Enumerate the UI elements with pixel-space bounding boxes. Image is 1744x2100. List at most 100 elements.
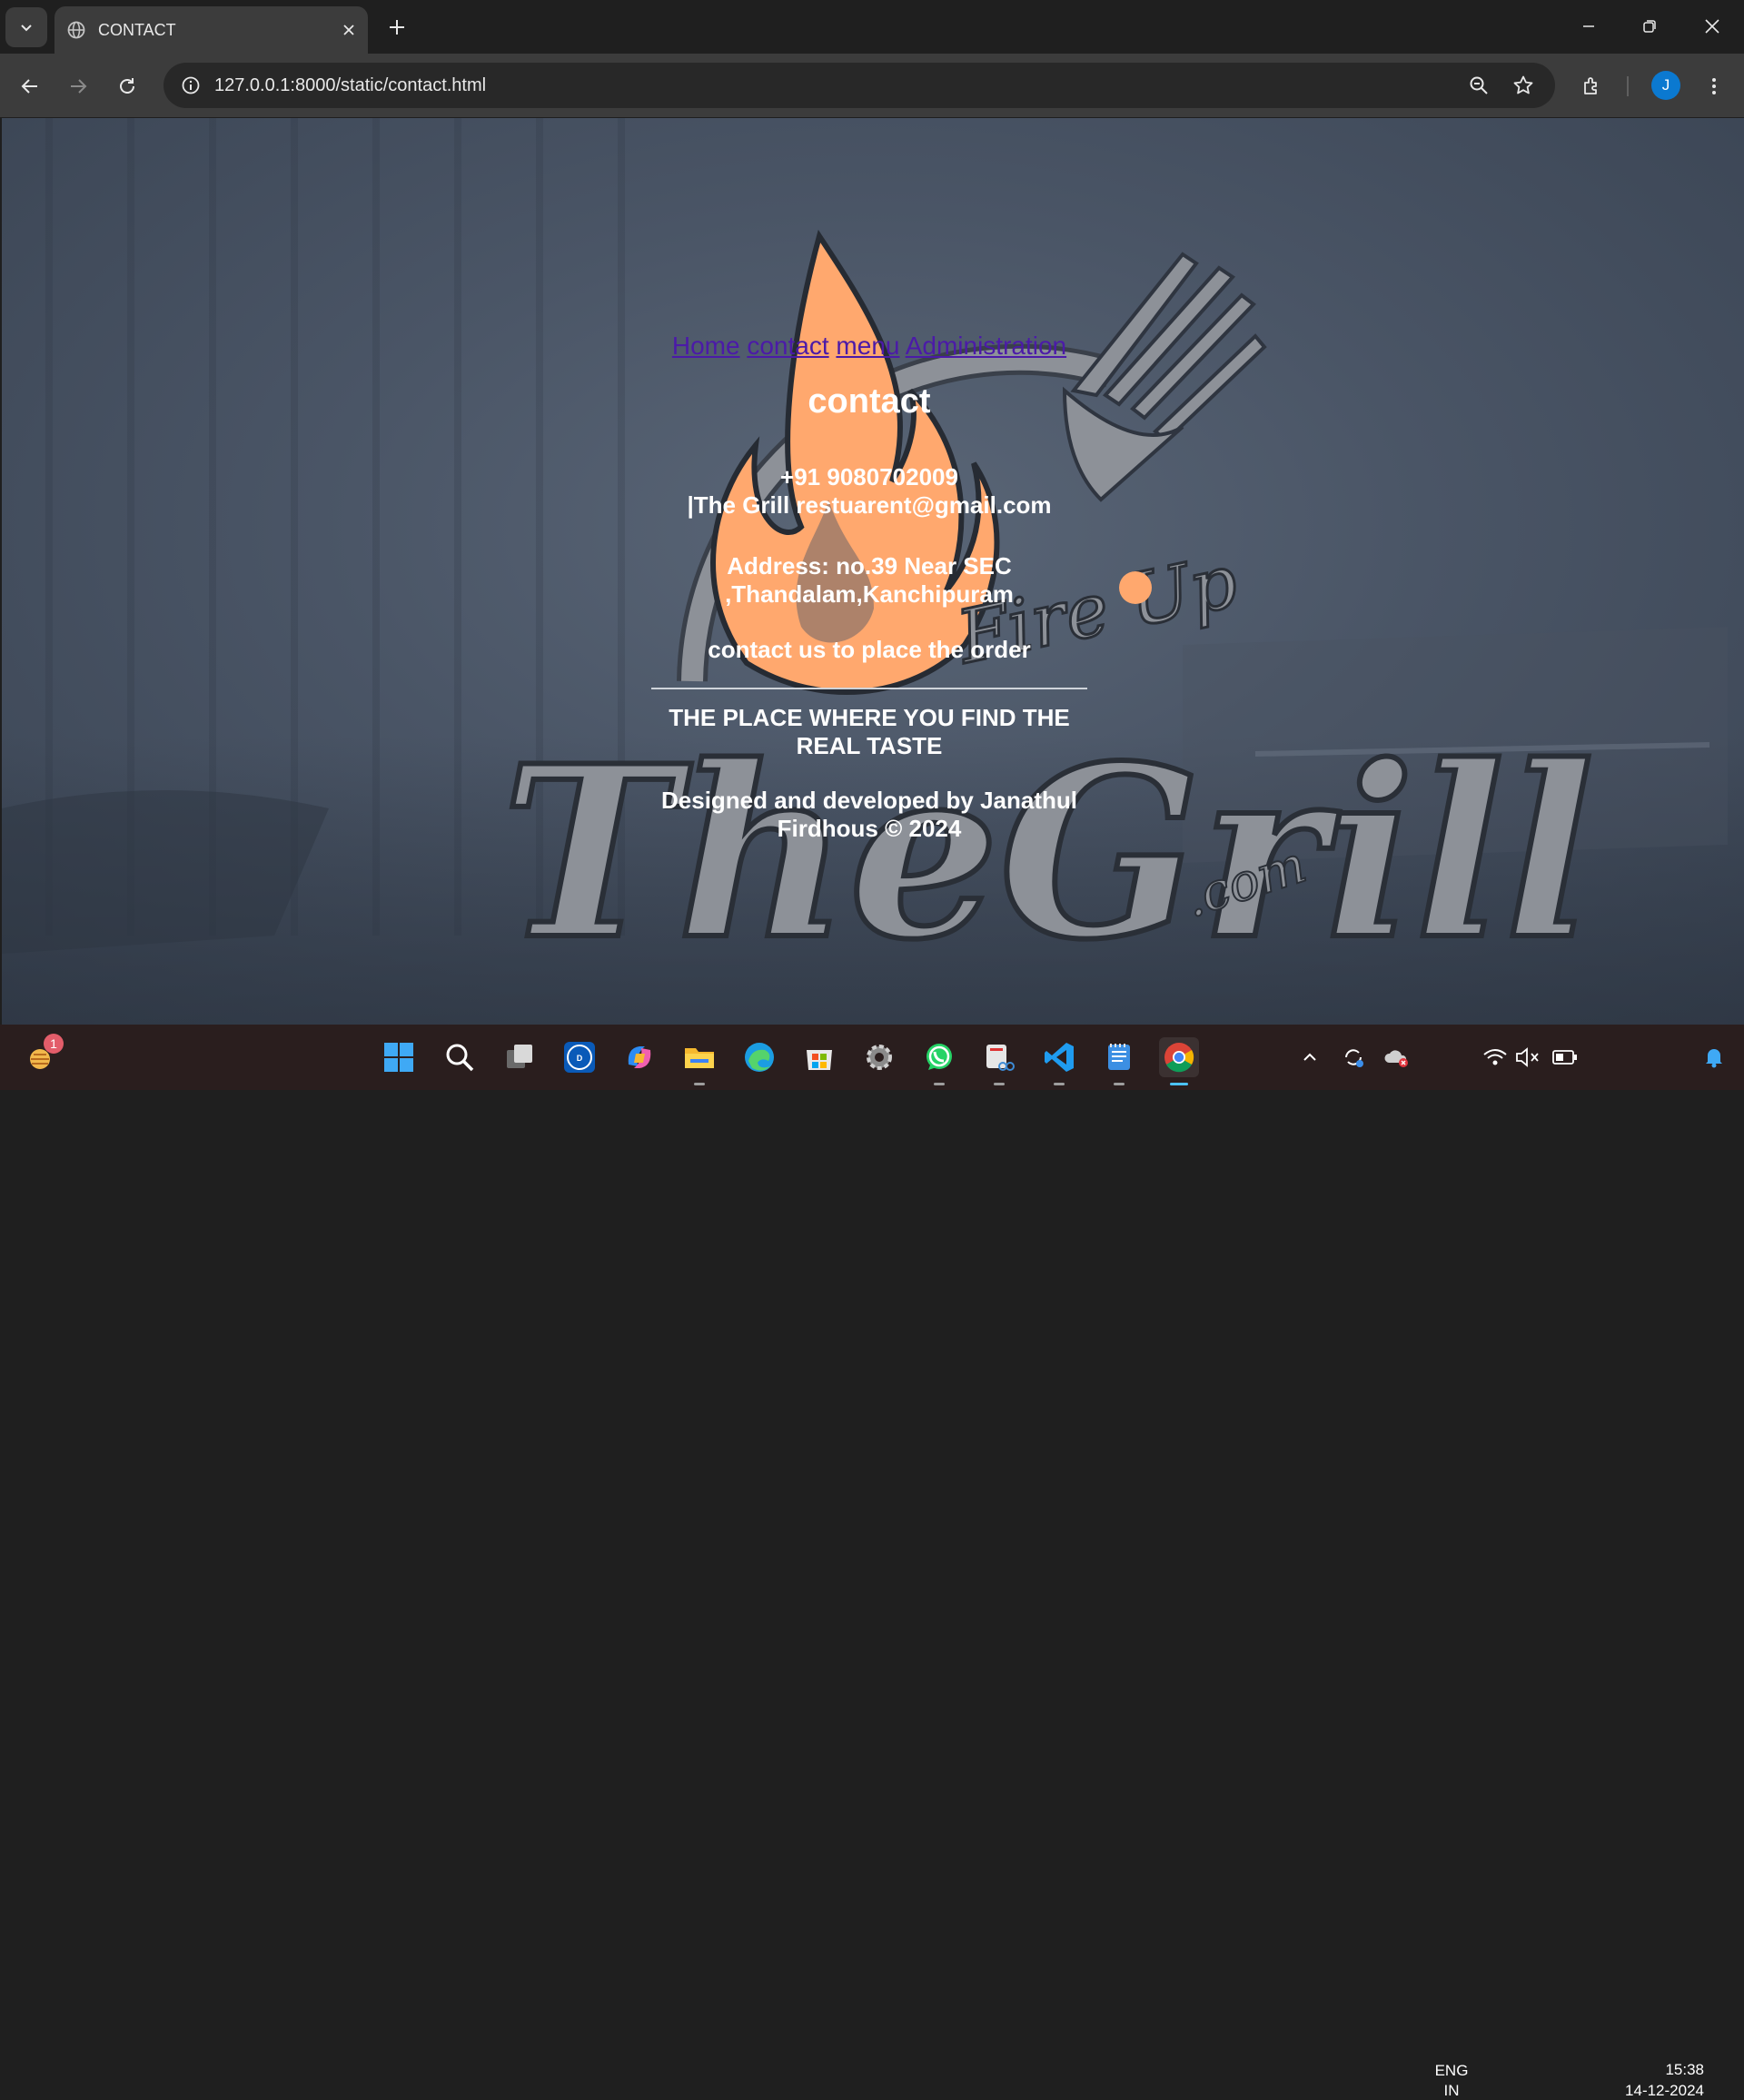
restore-icon	[1643, 20, 1656, 33]
task-view-button[interactable]	[500, 1037, 540, 1077]
vscode-icon	[1045, 1043, 1074, 1072]
chevron-down-icon	[21, 25, 32, 32]
close-window-button[interactable]	[1682, 0, 1742, 53]
running-indicator	[1114, 1083, 1125, 1085]
windows-logo-icon	[384, 1043, 413, 1072]
menu-button[interactable]	[1697, 69, 1731, 104]
notification-badge: 1	[44, 1034, 64, 1054]
weather-widget[interactable]: 1	[22, 1034, 64, 1077]
address-bar[interactable]: 127.0.0.1:8000/static/contact.html	[164, 63, 1555, 108]
minimize-button[interactable]	[1559, 0, 1619, 53]
snipping-tool-icon	[986, 1045, 1015, 1071]
nav-link-home[interactable]: Home	[672, 332, 740, 360]
chrome-app[interactable]	[1159, 1037, 1199, 1085]
running-indicator	[694, 1083, 705, 1085]
notification-center[interactable]	[1700, 1037, 1728, 1077]
sync-tray-icon[interactable]	[1333, 1037, 1373, 1077]
back-button[interactable]	[13, 69, 47, 104]
nav-link-menu[interactable]: menu	[836, 332, 899, 360]
file-explorer-app[interactable]	[679, 1037, 719, 1085]
browser-toolbar: 127.0.0.1:8000/static/contact.html J	[0, 54, 1744, 117]
page-viewport: TheGrill Fire Up .com Home contact menu …	[2, 118, 1744, 1025]
profile-avatar[interactable]: J	[1651, 71, 1680, 100]
bookmark-star-icon[interactable]	[1507, 69, 1540, 102]
zoom-icon[interactable]	[1462, 69, 1495, 102]
forward-button[interactable]	[61, 69, 95, 104]
nav-link-administration[interactable]: Administration	[906, 332, 1066, 360]
microsoft-store-app[interactable]	[799, 1037, 839, 1077]
network-volume-battery-icons	[1483, 1047, 1577, 1067]
whatsapp-app[interactable]	[919, 1037, 959, 1085]
start-button[interactable]	[379, 1037, 419, 1077]
vscode-app[interactable]	[1039, 1037, 1079, 1085]
tab-strip: CONTACT	[0, 0, 1744, 54]
copilot-icon	[628, 1046, 651, 1068]
whatsapp-icon	[926, 1044, 952, 1070]
new-tab-button[interactable]	[380, 11, 414, 44]
dell-app[interactable]: D	[560, 1037, 600, 1077]
clock[interactable]: 15:38 14-12-2024	[1591, 2061, 1704, 2100]
volume-muted-icon	[1516, 1047, 1539, 1067]
copilot-app[interactable]	[619, 1037, 659, 1077]
quick-settings[interactable]	[1481, 1037, 1590, 1077]
email-address: |The Grill restuarent@gmail.com	[687, 491, 1052, 519]
phone-number: +91 9080702009	[780, 463, 958, 490]
arrow-left-icon	[21, 79, 37, 94]
extensions-button[interactable]	[1575, 69, 1610, 104]
sync-icon	[1345, 1049, 1363, 1067]
url-path: :8000/static/contact.html	[290, 75, 487, 95]
tab-search-button[interactable]	[5, 7, 47, 47]
running-indicator	[1054, 1083, 1065, 1085]
chevron-up-icon	[1303, 1053, 1316, 1061]
url-text: 127.0.0.1:8000/static/contact.html	[214, 75, 486, 96]
site-info-icon[interactable]	[174, 69, 207, 102]
battery-icon	[1552, 1050, 1577, 1065]
notepad-icon	[1108, 1044, 1130, 1070]
close-icon	[1705, 19, 1719, 34]
logo-dot	[1119, 571, 1152, 604]
page-title: contact	[808, 382, 931, 421]
nav-link-contact[interactable]: contact	[747, 332, 828, 360]
search-icon	[446, 1044, 474, 1072]
order-cta: contact us to place the order	[708, 636, 1031, 663]
tab-title: CONTACT	[98, 20, 176, 39]
show-hidden-icons[interactable]	[1290, 1037, 1330, 1077]
windows-taskbar: 1 D ENG IN 15:38 14-12-2024	[0, 1025, 1744, 2099]
svg-text:D: D	[577, 1054, 583, 1063]
plus-icon	[390, 20, 404, 35]
running-indicator	[994, 1083, 1005, 1085]
active-tab[interactable]: CONTACT	[54, 6, 368, 54]
snipping-tool-app[interactable]	[979, 1037, 1019, 1085]
reload-button[interactable]	[110, 69, 144, 104]
clock-date: 14-12-2024	[1625, 2082, 1704, 2099]
address-line-1: Address: no.39 Near SEC	[727, 552, 1012, 579]
settings-app[interactable]	[859, 1037, 899, 1077]
tagline-line-2: REAL TASTE	[796, 732, 943, 759]
kebab-menu-icon	[1712, 78, 1716, 94]
contact-content: Home contact menu Administration contact…	[651, 332, 1087, 843]
cloud-error-icon	[1384, 1050, 1408, 1067]
taskbar-search[interactable]	[440, 1037, 480, 1077]
chrome-icon	[1164, 1043, 1194, 1073]
dell-icon: D	[564, 1042, 595, 1073]
tab-close-icon[interactable]	[333, 15, 364, 45]
running-indicator	[934, 1083, 945, 1085]
reload-icon	[120, 78, 134, 94]
notepad-app[interactable]	[1099, 1037, 1139, 1085]
globe-icon	[65, 19, 87, 41]
edge-app[interactable]	[739, 1037, 779, 1077]
onedrive-tray-icon[interactable]	[1377, 1037, 1417, 1077]
edge-icon	[745, 1043, 774, 1072]
language-code: ENG	[1434, 2062, 1469, 2079]
credit-line-2: Firdhous © 2024	[777, 815, 962, 842]
region-code: IN	[1443, 2082, 1460, 2099]
credit-line-1: Designed and developed by Janathul	[661, 787, 1077, 814]
address-line-2: ,Thandalam,Kanchipuram	[725, 580, 1014, 608]
bell-icon	[1706, 1049, 1722, 1068]
minimize-icon	[1583, 25, 1594, 27]
arrow-right-icon	[71, 79, 87, 94]
active-indicator	[1170, 1083, 1188, 1085]
language-indicator[interactable]: ENG IN	[1426, 2062, 1477, 2100]
gear-icon	[867, 1045, 892, 1070]
restore-button[interactable]	[1620, 0, 1680, 53]
